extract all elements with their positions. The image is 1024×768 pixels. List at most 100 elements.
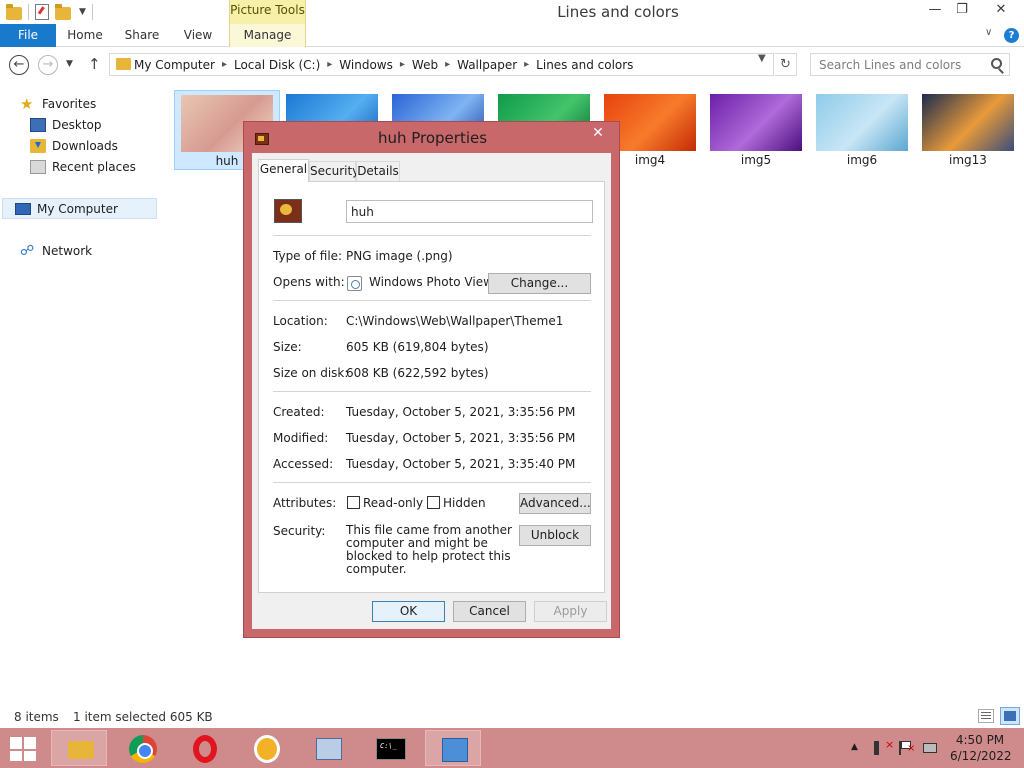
breadcrumb-lines-and-colors[interactable]: Lines and colors (536, 58, 633, 72)
apply-button[interactable]: Apply (534, 601, 607, 622)
chrome-icon (129, 735, 157, 763)
location-value: C:\Windows\Web\Wallpaper\Theme1 (346, 314, 564, 328)
dialog-body: General Security Details Type of file: P… (252, 153, 611, 629)
start-button[interactable] (0, 728, 48, 768)
tab-manage[interactable]: Manage (229, 24, 306, 47)
nav-item-downloads[interactable]: Downloads (30, 135, 118, 156)
file-thumbnail (922, 94, 1014, 151)
details-view-icon[interactable] (978, 709, 994, 723)
divider (273, 300, 591, 301)
filename-field[interactable] (346, 200, 593, 223)
back-arrow-icon[interactable]: ← (9, 55, 29, 75)
taskbar-command-prompt[interactable] (362, 730, 418, 766)
search-icon[interactable] (991, 58, 1002, 69)
taskbar-control-panel[interactable] (425, 730, 481, 766)
tab-security[interactable]: Security (309, 161, 359, 181)
minimize-button[interactable]: — (920, 0, 950, 22)
taskbar-chrome[interactable] (114, 730, 170, 766)
tab-general[interactable]: General (258, 159, 309, 182)
folder-icon (116, 58, 131, 70)
file-item[interactable]: img5 (704, 90, 810, 170)
toolbar-divider (28, 4, 29, 20)
close-button[interactable]: ✕ (978, 0, 1024, 22)
nav-item-desktop[interactable]: Desktop (30, 114, 102, 135)
breadcrumb-wallpaper[interactable]: Wallpaper (457, 58, 517, 72)
toolbar-divider (91, 4, 93, 20)
taskbar-performance-monitor[interactable] (300, 730, 356, 766)
tab-details[interactable]: Details (356, 161, 400, 181)
unblock-button[interactable]: Unblock (519, 525, 591, 546)
tab-share[interactable]: Share (114, 24, 170, 47)
dialog-close-button[interactable]: ✕ (588, 124, 608, 142)
file-name-label: img5 (740, 153, 772, 167)
network-tray-icon[interactable] (923, 743, 937, 753)
breadcrumb-separator-icon[interactable]: ▸ (327, 59, 332, 70)
show-hidden-icons-chevron-icon[interactable]: ▲ (851, 742, 858, 752)
file-thumbnail (816, 94, 908, 151)
file-item[interactable]: img6 (810, 90, 916, 170)
breadcrumb-web[interactable]: Web (412, 58, 438, 72)
tab-home[interactable]: Home (58, 24, 112, 47)
breadcrumb-separator-icon[interactable]: ▸ (222, 59, 227, 70)
up-arrow-icon[interactable]: ↑ (88, 55, 101, 73)
help-icon[interactable]: ? (1004, 28, 1019, 43)
search-box (810, 53, 1010, 76)
address-bar[interactable]: My Computer ▸ Local Disk (C:) ▸ Windows … (109, 53, 774, 76)
breadcrumb-windows[interactable]: Windows (339, 58, 393, 72)
nav-item-recent-places[interactable]: Recent places (30, 156, 136, 177)
downloads-icon (30, 138, 46, 153)
ok-button[interactable]: OK (372, 601, 445, 622)
properties-icon[interactable] (35, 4, 49, 20)
customize-toolbar-chevron-down-icon[interactable]: ▼ (79, 7, 86, 17)
read-only-label[interactable]: Read-only (363, 496, 423, 510)
recent-locations-chevron-icon[interactable]: ▼ (66, 59, 73, 69)
explorer-folder-icon[interactable] (6, 3, 22, 20)
forward-arrow-icon[interactable]: → (38, 55, 58, 75)
size-label: Size: (273, 340, 302, 354)
taskbar-file-explorer[interactable] (51, 730, 107, 766)
change-button[interactable]: Change... (488, 273, 591, 294)
properties-dialog: huh Properties ✕ General Security Detail… (243, 121, 620, 638)
nav-item-network[interactable]: ☍ Network (20, 240, 92, 261)
selection-info: 1 item selected 605 KB (73, 710, 213, 724)
volume-muted-icon[interactable] (874, 738, 894, 755)
search-input[interactable] (811, 54, 985, 75)
large-icons-view-icon[interactable] (1000, 707, 1020, 725)
breadcrumb-separator-icon[interactable]: ▸ (400, 59, 405, 70)
divider (273, 482, 591, 483)
performance-chart-icon (316, 738, 342, 760)
modified-label: Modified: (273, 431, 329, 445)
breadcrumb-local-disk[interactable]: Local Disk (C:) (234, 58, 320, 72)
breadcrumb-my-computer[interactable]: My Computer (134, 58, 215, 72)
breadcrumb-separator-icon[interactable]: ▸ (524, 59, 529, 70)
hidden-label[interactable]: Hidden (443, 496, 486, 510)
address-history-chevron-icon[interactable]: ▼ (758, 53, 766, 64)
navigation-row: ← → ▼ ↑ My Computer ▸ Local Disk (C:) ▸ … (0, 48, 1024, 82)
tab-file[interactable]: File (0, 24, 56, 47)
dialog-title: huh Properties (377, 129, 488, 147)
refresh-icon[interactable]: ↻ (775, 53, 797, 76)
taskbar-opera[interactable] (176, 730, 232, 766)
breadcrumb-separator-icon[interactable]: ▸ (445, 59, 450, 70)
nav-item-label: Desktop (52, 117, 102, 132)
read-only-checkbox[interactable] (347, 496, 360, 509)
advanced-button[interactable]: Advanced... (519, 493, 591, 514)
file-item[interactable]: img13 (916, 90, 1022, 170)
nav-item-favorites[interactable]: ★ Favorites (20, 93, 96, 114)
cancel-button[interactable]: Cancel (453, 601, 526, 622)
hidden-checkbox[interactable] (427, 496, 440, 509)
restore-button[interactable]: ❐ (948, 0, 976, 22)
nav-item-my-computer[interactable]: My Computer (2, 198, 157, 219)
nav-item-label: Favorites (42, 96, 97, 111)
clock[interactable]: 4:50 PM 6/12/2022 (950, 732, 1012, 764)
size-value: 605 KB (619,804 bytes) (346, 340, 489, 354)
new-folder-icon[interactable] (55, 3, 71, 20)
windows-logo-icon (10, 751, 22, 761)
action-center-flag-icon[interactable] (899, 741, 915, 755)
security-label: Security: (273, 524, 326, 538)
expand-ribbon-chevron-icon[interactable]: ∨ (985, 27, 992, 38)
tab-view[interactable]: View (172, 24, 224, 47)
type-label: Type of file: (273, 249, 343, 263)
modified-value: Tuesday, October 5, 2021, 3:35:56 PM (346, 431, 576, 445)
taskbar-vpn[interactable] (238, 730, 294, 766)
